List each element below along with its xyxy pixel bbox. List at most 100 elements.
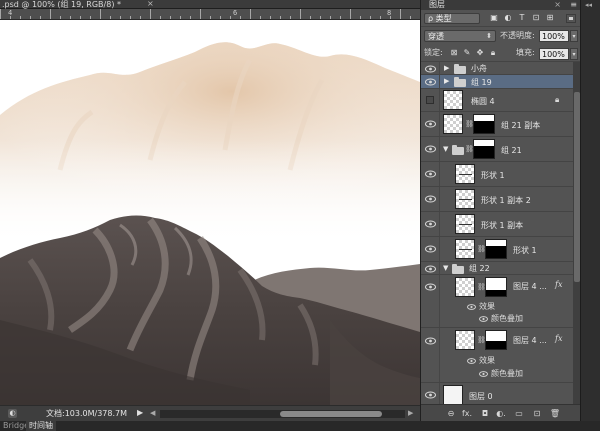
eye-icon[interactable] [425, 337, 436, 345]
layer-mask-thumbnail[interactable] [485, 277, 507, 297]
lock-position-icon[interactable]: ✥ [475, 47, 485, 59]
layer-row-group[interactable]: ▶ 小舟 [421, 62, 573, 75]
layer-name: 形状 1 [481, 171, 505, 180]
visibility-separator [439, 62, 440, 74]
opacity-field[interactable]: 100% [539, 30, 569, 42]
layer-row[interactable]: 图层 0 [421, 383, 573, 404]
ruler-tick [60, 16, 61, 19]
fill-field[interactable]: 100% [539, 48, 569, 60]
visibility-separator [439, 237, 440, 261]
blend-mode-select[interactable]: 穿透 ⬍ [424, 30, 496, 42]
ruler-label: 6 [233, 9, 238, 17]
horizontal-scrollbar-thumb[interactable] [280, 411, 382, 417]
ruler-tick [300, 9, 301, 19]
eye-icon[interactable] [425, 265, 436, 273]
add-mask-icon[interactable]: ◘ [479, 408, 491, 419]
layer-row-shape[interactable]: 椭圆 4 🔒︎ [421, 89, 573, 112]
filter-toggle-switch[interactable] [566, 14, 576, 23]
eye-icon[interactable] [425, 245, 436, 253]
layer-mask-thumbnail[interactable] [485, 330, 507, 350]
eye-icon[interactable] [425, 391, 436, 399]
canvas[interactable] [0, 20, 420, 405]
visibility-toggle-off[interactable] [426, 96, 434, 104]
panel-menu-icon[interactable]: ≡ [570, 0, 577, 10]
layers-panel-tab[interactable]: 图层 × ≡ [421, 0, 581, 10]
scroll-left-arrow[interactable]: ◀ [150, 409, 155, 417]
layer-row-with-effects[interactable]: ⛓︎ 图层 4 ... fx 效果 颜色叠加 [421, 275, 573, 328]
layer-row-with-effects[interactable]: ⛓︎ 图层 4 ... fx 效果 颜色叠加 [421, 328, 573, 383]
visibility-separator [439, 212, 440, 236]
eye-icon[interactable] [425, 120, 436, 128]
filter-kind-select[interactable]: ρ 类型 [424, 13, 480, 24]
ruler-tick [20, 16, 21, 19]
expand-arrow-icon[interactable]: ▶ [444, 64, 449, 72]
eye-icon[interactable] [425, 170, 436, 178]
close-icon[interactable]: × [147, 0, 154, 8]
fx-badge[interactable]: fx [555, 280, 562, 289]
layer-row-shape[interactable]: 形状 1 [421, 162, 573, 187]
new-group-icon[interactable]: ▭ [513, 408, 525, 419]
fx-badge[interactable]: fx [555, 334, 562, 343]
lock-paint-icon[interactable]: ✎ [462, 47, 472, 59]
eye-icon[interactable] [479, 371, 488, 377]
layer-mask-thumbnail[interactable] [473, 139, 495, 159]
expand-arrow-icon[interactable]: ▶ [444, 77, 449, 85]
eye-icon[interactable] [467, 304, 476, 310]
layer-row-shape[interactable]: 形状 1 副本 [421, 212, 573, 237]
eye-icon[interactable] [425, 78, 436, 86]
collapse-arrow-icon[interactable]: ▼ [443, 145, 448, 153]
layer-mask-thumbnail[interactable] [485, 239, 507, 259]
ruler-tick [40, 16, 41, 19]
color-overlay-effect[interactable]: 颜色叠加 [491, 313, 523, 324]
opacity-dropdown-icon[interactable]: ▾ [570, 30, 578, 42]
layer-row-group-selected[interactable]: ▶ 组 19 [421, 75, 573, 89]
horizontal-scrollbar[interactable] [160, 410, 405, 418]
shape-filter-icon[interactable]: ⊡ [531, 13, 541, 23]
adjustment-filter-icon[interactable]: ◐ [503, 13, 513, 23]
tab-timeline[interactable]: 时间轴 [26, 421, 56, 431]
visibility-separator [439, 89, 440, 111]
ruler-tick [370, 16, 371, 19]
ruler-tick [350, 9, 351, 19]
layer-row-shape[interactable]: 形状 1 副本 2 [421, 187, 573, 212]
eye-icon[interactable] [467, 358, 476, 364]
lock-icon: 🔒︎ [555, 95, 560, 104]
smart-object-filter-icon[interactable]: ⊞ [545, 13, 555, 23]
ruler-tick [280, 16, 281, 19]
lock-all-icon[interactable]: 🔒︎ [488, 47, 498, 59]
lock-transparent-icon[interactable]: ⊠ [449, 47, 459, 59]
folder-icon [454, 64, 466, 74]
collapse-panels-icon[interactable]: ◂◂ [585, 1, 592, 9]
status-info-icon[interactable]: ◐ [8, 409, 17, 418]
document-tab[interactable]: .psd @ 100% (组 19, RGB/8) * × [0, 0, 420, 9]
lock-label: 锁定: [424, 48, 443, 57]
eye-icon[interactable] [425, 195, 436, 203]
adjustment-layer-icon[interactable]: ◐. [495, 408, 507, 419]
type-filter-icon[interactable]: T [517, 13, 527, 23]
thumbnail-stroke [459, 249, 472, 250]
eye-icon[interactable] [425, 220, 436, 228]
layer-row-shape-masked[interactable]: ⛓︎ 形状 1 [421, 237, 573, 262]
layer-row-masked[interactable]: ⛓︎ 组 21 副本 [421, 112, 573, 137]
layer-row-group[interactable]: ▼ 组 22 [421, 262, 573, 275]
add-style-icon[interactable]: fx. [461, 408, 473, 419]
delete-layer-icon[interactable]: 🗑︎ [549, 408, 561, 419]
layer-mask-thumbnail[interactable] [473, 114, 495, 134]
layer-row-group-masked[interactable]: ▼ ⛓︎ 组 21 [421, 137, 573, 162]
ruler-tick [220, 16, 221, 19]
scroll-right-arrow[interactable]: ▶ [408, 409, 413, 417]
fill-dropdown-icon[interactable]: ▾ [570, 48, 578, 60]
eye-icon[interactable] [425, 283, 436, 291]
eye-icon[interactable] [425, 145, 436, 153]
new-layer-icon[interactable]: ⊡ [531, 408, 543, 419]
image-filter-icon[interactable]: ▣ [489, 13, 499, 23]
visibility-separator [439, 75, 440, 88]
close-icon[interactable]: × [554, 0, 561, 10]
link-layers-icon[interactable]: ⊖ [445, 408, 457, 419]
eye-icon[interactable] [479, 316, 488, 322]
collapse-arrow-icon[interactable]: ▼ [443, 264, 448, 272]
layer-thumbnail [455, 239, 475, 259]
eye-icon[interactable] [425, 65, 436, 73]
color-overlay-effect[interactable]: 颜色叠加 [491, 368, 523, 379]
status-menu-arrow[interactable]: ▶ [137, 408, 143, 417]
